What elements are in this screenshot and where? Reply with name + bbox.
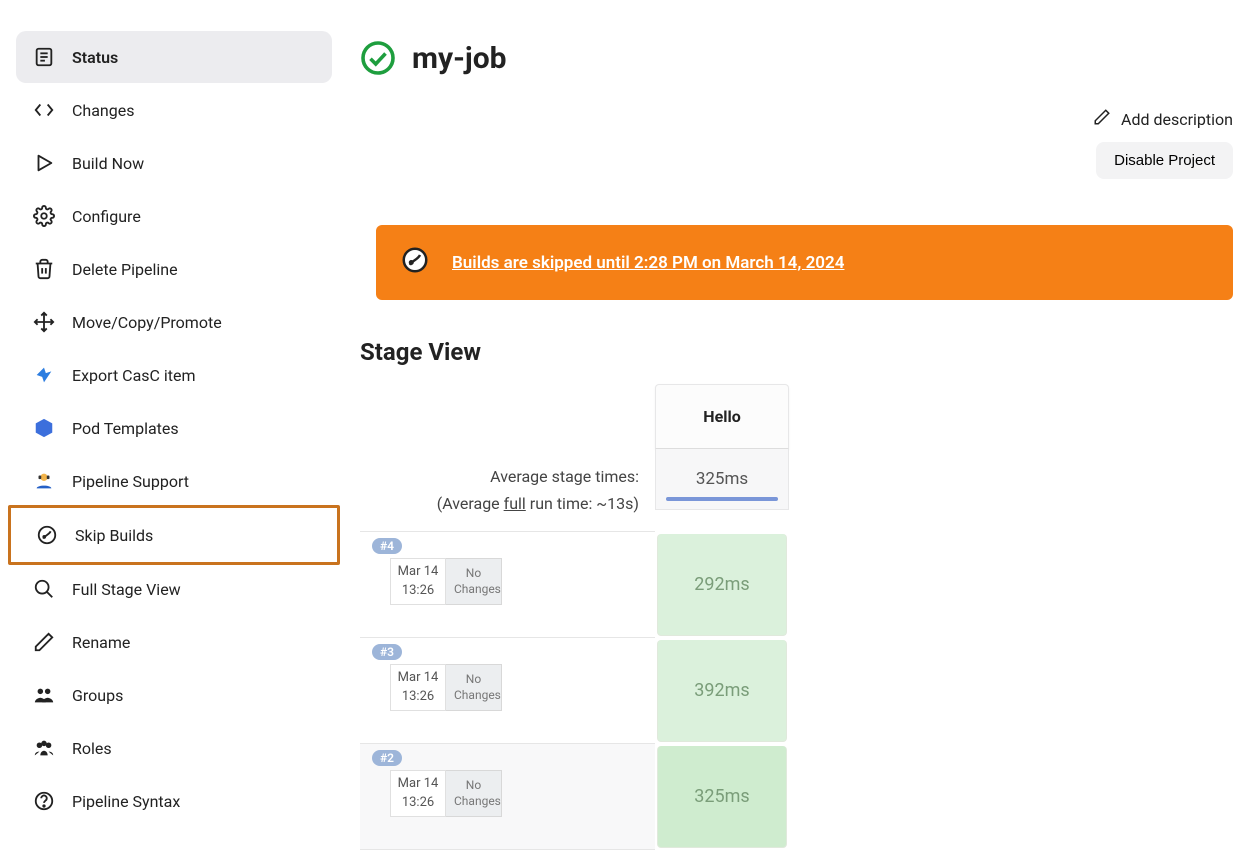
stage-view-title: Stage View	[360, 338, 1233, 366]
page-icon	[32, 45, 56, 69]
add-description-link[interactable]: Add description	[1093, 108, 1233, 130]
avg-stage-times-label: Average stage times: (Average full run t…	[360, 449, 655, 532]
move-icon	[32, 310, 56, 334]
sidebar-item-build-now[interactable]: Build Now	[16, 137, 332, 189]
sidebar-item-label: Skip Builds	[75, 526, 153, 545]
search-icon	[32, 577, 56, 601]
build-date: Mar 14 13:26	[390, 558, 446, 604]
pod-icon	[32, 416, 56, 440]
stage-column-header: Hello	[655, 384, 789, 449]
sidebar-item-label: Pipeline Support	[72, 472, 189, 491]
sidebar-item-label: Move/Copy/Promote	[72, 313, 222, 332]
sidebar-item-changes[interactable]: Changes	[16, 84, 332, 136]
table-row: #2 Mar 14 13:26 No Changes 325ms	[360, 744, 789, 850]
sidebar-item-configure[interactable]: Configure	[16, 190, 332, 242]
sidebar: Status Changes Build Now Configure Delet	[0, 20, 340, 828]
help-icon	[32, 789, 56, 813]
build-stage-duration[interactable]: 292ms	[657, 534, 787, 636]
disable-project-button[interactable]: Disable Project	[1096, 142, 1233, 179]
sidebar-item-label: Export CasC item	[72, 366, 196, 385]
sidebar-item-label: Pipeline Syntax	[72, 792, 180, 811]
sidebar-item-label: Status	[72, 48, 118, 67]
export-icon	[32, 363, 56, 387]
sidebar-item-label: Configure	[72, 207, 141, 226]
skip-builds-banner[interactable]: Builds are skipped until 2:28 PM on Marc…	[376, 225, 1233, 300]
sidebar-item-label: Groups	[72, 686, 123, 705]
banner-message: Builds are skipped until 2:28 PM on Marc…	[452, 253, 844, 273]
sidebar-item-delete-pipeline[interactable]: Delete Pipeline	[16, 243, 332, 295]
build-stage-duration[interactable]: 392ms	[657, 640, 787, 742]
sidebar-item-roles[interactable]: Roles	[16, 722, 332, 774]
sidebar-item-rename[interactable]: Rename	[16, 616, 332, 668]
build-date: Mar 14 13:26	[390, 770, 446, 816]
build-id-pill[interactable]: #3	[372, 644, 402, 660]
build-changes: No Changes	[446, 664, 502, 710]
trash-icon	[32, 257, 56, 281]
build-changes: No Changes	[446, 558, 502, 604]
sidebar-item-full-stage-view[interactable]: Full Stage View	[16, 563, 332, 615]
sidebar-item-status[interactable]: Status	[16, 31, 332, 83]
build-id-pill[interactable]: #2	[372, 750, 402, 766]
stage-view-table: Hello Average stage times: (Average full…	[360, 384, 789, 850]
build-date: Mar 14 13:26	[390, 664, 446, 710]
main-content: my-job Add description Disable Project B…	[340, 20, 1257, 850]
status-success-icon	[360, 40, 396, 76]
sidebar-item-label: Roles	[72, 739, 112, 758]
support-icon	[32, 469, 56, 493]
page-title: my-job	[412, 41, 507, 76]
build-changes: No Changes	[446, 770, 502, 816]
play-icon	[32, 151, 56, 175]
sidebar-item-label: Build Now	[72, 154, 144, 173]
skip-icon	[35, 523, 59, 547]
roles-icon	[32, 736, 56, 760]
build-id-pill[interactable]: #4	[372, 538, 402, 554]
sidebar-item-label: Rename	[72, 633, 130, 652]
sidebar-item-pipeline-support[interactable]: Pipeline Support	[16, 455, 332, 507]
sidebar-item-label: Delete Pipeline	[72, 260, 178, 279]
sidebar-item-label: Pod Templates	[72, 419, 179, 438]
sidebar-item-pod-templates[interactable]: Pod Templates	[16, 402, 332, 454]
sidebar-item-groups[interactable]: Groups	[16, 669, 332, 721]
sidebar-item-label: Changes	[72, 101, 135, 120]
avg-stage-time-value: 325ms	[655, 449, 789, 510]
sidebar-item-move-copy-promote[interactable]: Move/Copy/Promote	[16, 296, 332, 348]
table-row: #4 Mar 14 13:26 No Changes 292ms	[360, 532, 789, 638]
add-description-label: Add description	[1121, 110, 1233, 129]
pencil-icon	[32, 630, 56, 654]
sidebar-item-label: Full Stage View	[72, 580, 181, 599]
build-stage-duration[interactable]: 325ms	[657, 746, 787, 848]
sidebar-item-skip-builds[interactable]: Skip Builds	[19, 509, 329, 561]
gear-icon	[32, 204, 56, 228]
table-row: #3 Mar 14 13:26 No Changes 392ms	[360, 638, 789, 744]
highlight-skip-builds: Skip Builds	[8, 505, 340, 565]
sidebar-item-pipeline-syntax[interactable]: Pipeline Syntax	[16, 775, 332, 827]
groups-icon	[32, 683, 56, 707]
code-icon	[32, 98, 56, 122]
pencil-icon	[1093, 108, 1111, 130]
skip-icon	[400, 245, 430, 280]
sidebar-item-export-casc[interactable]: Export CasC item	[16, 349, 332, 401]
